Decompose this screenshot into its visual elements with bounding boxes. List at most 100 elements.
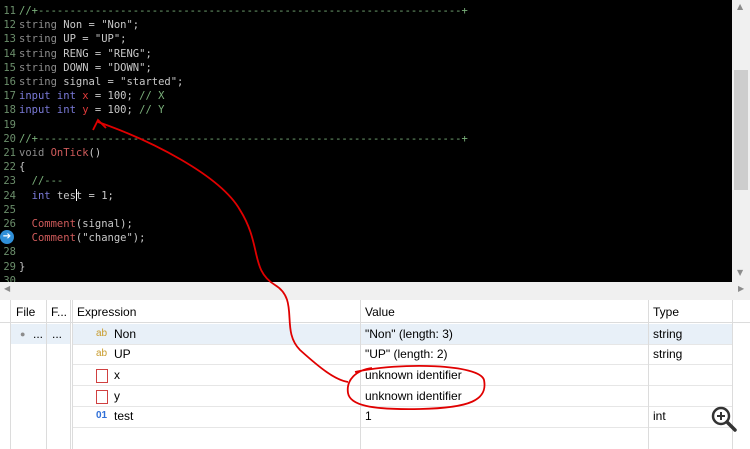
- code-token: input int: [19, 104, 83, 117]
- code-token: //---: [19, 175, 64, 188]
- line-number: 15: [3, 61, 16, 74]
- line-number: 30: [3, 274, 16, 282]
- watch-expression-cell[interactable]: y: [114, 386, 120, 406]
- code-line: string RENG = "RENG";: [19, 47, 152, 61]
- code-line: Comment(signal);: [19, 217, 133, 231]
- code-token: = 100;: [88, 90, 140, 103]
- code-token: string: [19, 47, 64, 60]
- scroll-down-icon[interactable]: ▼: [737, 268, 743, 277]
- code-token: test = 1;: [56, 189, 114, 202]
- code-token: Comment: [19, 232, 76, 245]
- error-document-icon: [96, 390, 108, 404]
- code-line: {: [19, 160, 25, 174]
- line-number: 16: [3, 76, 16, 88]
- code-token: }: [19, 260, 26, 273]
- code-token: string: [19, 61, 64, 74]
- code-editor[interactable]: 11 12 13 14 15 16 17 18 19 20 21 22 23 24 25 26 28 29 30 /…: [0, 0, 732, 282]
- column-header-expression[interactable]: Expression: [77, 305, 136, 319]
- code-line: int test = 1;: [19, 189, 114, 203]
- code-token: int: [19, 189, 57, 202]
- line-number: 24: [3, 189, 16, 202]
- editor-vertical-scrollbar[interactable]: ▲ ▼: [732, 0, 750, 282]
- text-cursor: [76, 189, 77, 201]
- code-line: }: [19, 260, 25, 274]
- code-line: //+-------------------------------------…: [19, 4, 468, 18]
- line-number: 25: [3, 203, 16, 216]
- zoom-in-icon[interactable]: [710, 405, 738, 433]
- watch-expression-cell[interactable]: x: [114, 365, 120, 385]
- code-token: signal = "started";: [63, 76, 184, 88]
- code-line: //---: [19, 174, 64, 188]
- code-line: string signal = "started";: [19, 75, 183, 89]
- current-line-arrow-icon: ➔: [0, 230, 14, 244]
- scroll-up-icon[interactable]: ▲: [737, 2, 743, 11]
- line-number: 29: [3, 260, 16, 273]
- watch-type-cell[interactable]: string: [653, 344, 682, 364]
- code-line: Comment("change");: [19, 231, 146, 245]
- code-token: // Y: [139, 104, 165, 117]
- watch-expression-cell[interactable]: UP: [114, 344, 131, 364]
- code-token: string: [19, 76, 64, 88]
- watch-value-cell[interactable]: unknown identifier: [365, 386, 462, 406]
- code-line: string UP = "UP";: [19, 32, 126, 46]
- code-token: = 100;: [88, 104, 140, 117]
- code-token: Comment: [19, 218, 76, 230]
- line-number: 14: [3, 47, 16, 60]
- line-number: 12: [3, 19, 16, 32]
- line-number: 18: [3, 104, 16, 117]
- code-token: input int: [19, 90, 83, 103]
- watch-value-cell[interactable]: "UP" (length: 2): [365, 344, 448, 364]
- code-token: RENG = "RENG";: [63, 47, 152, 60]
- watch-value-cell[interactable]: unknown identifier: [365, 365, 462, 385]
- code-token: ("change");: [75, 232, 146, 245]
- watch-expression-cell[interactable]: Non: [114, 324, 136, 344]
- line-number: 20: [3, 132, 16, 145]
- code-token: UP = "UP";: [63, 33, 127, 46]
- code-token: {: [19, 161, 26, 174]
- code-token: (signal);: [75, 218, 133, 230]
- line-number: 26: [3, 218, 16, 230]
- callstack-file[interactable]: ...: [33, 324, 43, 344]
- string-type-icon: ab: [96, 328, 108, 339]
- code-token: (): [88, 147, 102, 159]
- code-line: void OnTick(): [19, 146, 101, 160]
- column-header-file[interactable]: File: [16, 305, 35, 319]
- code-line: input int x = 100; // X: [19, 89, 164, 103]
- callstack-function[interactable]: ...: [52, 324, 62, 344]
- column-header-type[interactable]: Type: [653, 305, 679, 319]
- code-line: string DOWN = "DOWN";: [19, 61, 152, 75]
- line-number: 21: [3, 147, 16, 159]
- scroll-left-icon[interactable]: ◀: [4, 284, 10, 293]
- line-number: 23: [3, 175, 16, 188]
- line-number: 11: [3, 5, 16, 17]
- numeric-type-icon: 01: [96, 410, 108, 421]
- line-number: 19: [3, 118, 16, 131]
- code-line: //+-------------------------------------…: [19, 132, 468, 146]
- editor-horizontal-scrollbar[interactable]: ◀ ▶: [0, 282, 750, 296]
- code-token: //+-------------------------------------…: [19, 5, 468, 17]
- scroll-right-icon[interactable]: ▶: [738, 284, 744, 293]
- code-token: DOWN = "DOWN";: [63, 61, 152, 74]
- watch-expression-cell[interactable]: test: [114, 406, 133, 426]
- line-number: 28: [3, 246, 16, 259]
- scrollbar-thumb[interactable]: [734, 70, 748, 190]
- code-token: Non = "Non";: [63, 19, 140, 32]
- code-line: string Non = "Non";: [19, 18, 139, 32]
- code-token: //+-------------------------------------…: [19, 132, 468, 145]
- column-header-value[interactable]: Value: [365, 305, 395, 319]
- callstack-bullet-icon: ●: [20, 329, 26, 339]
- string-type-icon: ab: [96, 348, 108, 359]
- watch-value-cell[interactable]: "Non" (length: 3): [365, 324, 453, 344]
- code-token: OnTick: [50, 147, 89, 159]
- watch-type-cell[interactable]: string: [653, 324, 682, 344]
- line-number: 13: [3, 33, 16, 46]
- watch-value-cell[interactable]: 1: [365, 406, 372, 426]
- code-token: string: [19, 33, 64, 46]
- error-document-icon: [96, 369, 108, 383]
- code-token: // X: [139, 90, 165, 103]
- code-line: input int y = 100; // Y: [19, 103, 164, 117]
- line-number: 17: [3, 90, 16, 103]
- watch-type-cell[interactable]: int: [653, 406, 666, 426]
- line-number: 22: [3, 161, 16, 174]
- column-header-function[interactable]: F...: [51, 305, 67, 319]
